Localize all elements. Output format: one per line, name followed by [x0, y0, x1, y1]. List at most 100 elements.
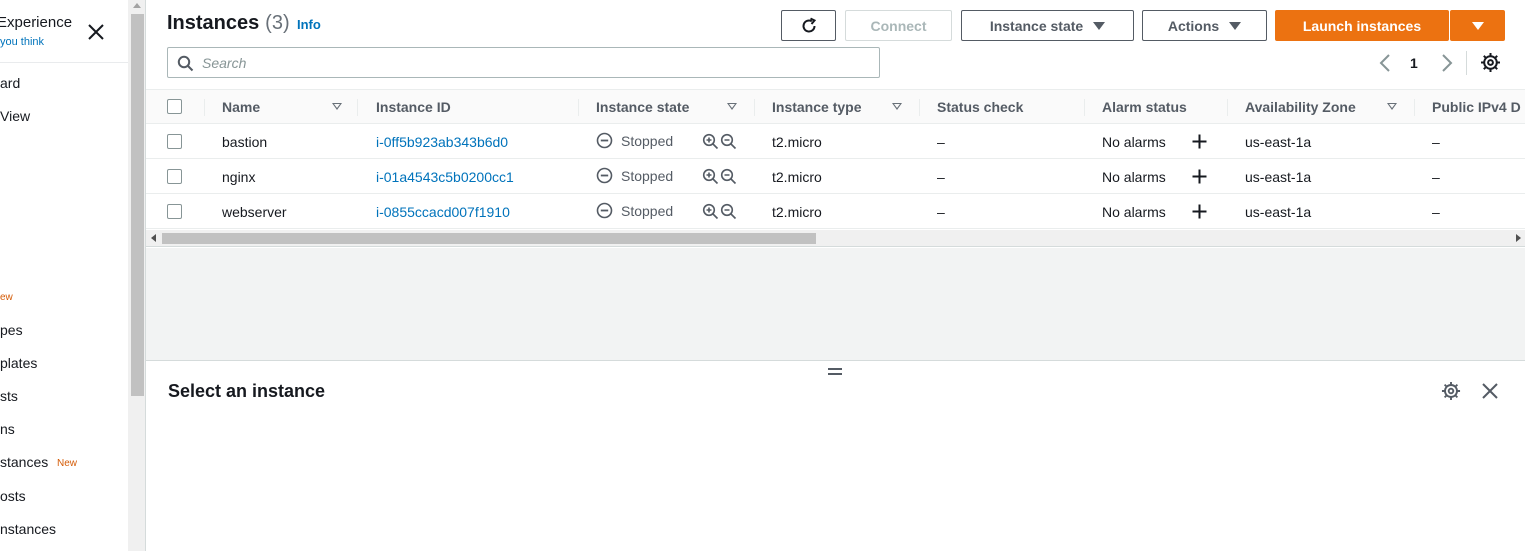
state-zoom-controls [702, 168, 737, 185]
scroll-up-arrow-icon[interactable] [133, 3, 141, 8]
sidebar-item-dashboard[interactable]: ard [0, 75, 20, 91]
column-header-alarm-status[interactable]: Alarm status [1102, 99, 1187, 115]
alarm-status: No alarms [1102, 204, 1166, 220]
gear-icon[interactable] [1480, 52, 1501, 73]
status-check: – [937, 169, 945, 185]
sort-caret-icon[interactable] [727, 103, 737, 110]
sidebar-item-reserved-instances[interactable]: stances [0, 454, 48, 470]
column-header-name[interactable]: Name [222, 99, 260, 115]
close-icon[interactable] [86, 22, 106, 42]
scroll-right-arrow-icon[interactable] [1516, 234, 1521, 242]
search-box[interactable] [167, 47, 880, 78]
stopped-state-icon [596, 167, 613, 184]
instance-type: t2.micro [772, 169, 822, 185]
resize-handle-icon[interactable] [828, 367, 842, 377]
connect-button[interactable]: Connect [845, 10, 952, 41]
page-title: Instances [167, 12, 260, 34]
instances-table: Name Instance ID Instance state Instance… [146, 89, 1525, 249]
close-icon[interactable] [1481, 382, 1499, 400]
instance-state: Stopped [596, 202, 673, 219]
sidebar-item-instance-types[interactable]: pes [0, 322, 23, 338]
instance-id-link[interactable]: i-0ff5b923ab343b6d0 [376, 134, 508, 150]
table-empty-area [146, 248, 1525, 360]
column-header-instance-state[interactable]: Instance state [596, 99, 689, 115]
sort-caret-icon[interactable] [332, 103, 342, 110]
alarm-status: No alarms [1102, 169, 1166, 185]
new-experience-label: Experience [0, 14, 73, 31]
column-header-status-check[interactable]: Status check [937, 99, 1023, 115]
actions-dropdown[interactable]: Actions [1142, 10, 1267, 41]
sidebar-item-dedicated-hosts[interactable]: osts [0, 488, 26, 504]
split-panel: Select an instance [146, 360, 1525, 551]
sidebar-scrollbar-thumb[interactable] [131, 14, 144, 396]
zoom-out-icon[interactable] [720, 133, 737, 150]
sidebar-item-launch-templates[interactable]: plates [0, 355, 37, 371]
gear-icon[interactable] [1441, 381, 1461, 401]
instance-name: webserver [222, 204, 287, 220]
public-ipv4: – [1432, 204, 1440, 220]
select-all-checkbox[interactable] [167, 99, 182, 114]
chevron-left-icon[interactable] [1378, 53, 1392, 73]
launch-instances-label: Launch instances [1302, 17, 1422, 34]
state-zoom-controls [702, 133, 737, 150]
state-zoom-controls [702, 203, 737, 220]
search-input[interactable] [202, 52, 862, 74]
column-header-instance-type[interactable]: Instance type [772, 99, 861, 115]
zoom-in-icon[interactable] [702, 203, 719, 220]
zoom-out-icon[interactable] [720, 168, 737, 185]
new-badge: New [57, 458, 78, 469]
sidebar-item-savings-plans[interactable]: ns [0, 421, 15, 437]
sidebar-item-global-view[interactable]: View [0, 108, 30, 124]
sort-caret-icon[interactable] [892, 103, 902, 110]
horizontal-scrollbar-thumb[interactable] [162, 233, 816, 244]
instance-state-dropdown[interactable]: Instance state [961, 10, 1134, 41]
side-navigation: Experience you think ard View ew pes pla… [0, 0, 146, 551]
info-link[interactable]: Info [297, 17, 321, 32]
plus-icon[interactable] [1191, 133, 1208, 150]
sidebar-item-spot-requests[interactable]: sts [0, 388, 18, 404]
scroll-left-arrow-icon[interactable] [151, 234, 156, 242]
zoom-in-icon[interactable] [702, 133, 719, 150]
instance-id-link[interactable]: i-0855ccacd007f1910 [376, 204, 510, 220]
sidebar-item-scheduled-instances[interactable]: nstances [0, 521, 56, 537]
launch-instances-dropdown[interactable] [1450, 10, 1505, 41]
column-divider [357, 99, 358, 116]
feedback-link[interactable]: you think [0, 36, 44, 48]
table-row[interactable]: bastion i-0ff5b923ab343b6d0 Stopped t2.m… [146, 124, 1525, 159]
caret-down-icon [1471, 21, 1484, 30]
connect-button-label: Connect [870, 17, 927, 34]
column-header-instance-id[interactable]: Instance ID [376, 99, 451, 115]
launch-instances-button[interactable]: Launch instances [1275, 10, 1449, 41]
column-header-availability-zone[interactable]: Availability Zone [1245, 99, 1356, 115]
stopped-state-icon [596, 202, 613, 219]
zoom-out-icon[interactable] [720, 203, 737, 220]
refresh-button[interactable] [781, 10, 836, 41]
instance-state-text: Stopped [621, 167, 674, 184]
chevron-right-icon[interactable] [1440, 53, 1454, 73]
column-divider [754, 99, 755, 116]
row-checkbox[interactable] [167, 204, 182, 219]
row-checkbox[interactable] [167, 134, 182, 149]
search-icon [177, 55, 194, 72]
instance-state-label: Instance state [989, 17, 1084, 34]
plus-icon[interactable] [1191, 203, 1208, 220]
table-row[interactable]: nginx i-01a4543c5b0200cc1 Stopped t2.mic… [146, 159, 1525, 194]
availability-zone: us-east-1a [1245, 134, 1312, 150]
instance-name: bastion [222, 134, 268, 150]
sort-caret-icon[interactable] [1387, 103, 1397, 110]
instance-count: (3) [265, 12, 290, 34]
table-row[interactable]: webserver i-0855ccacd007f1910 Stopped t2… [146, 194, 1525, 229]
table-horizontal-scrollbar[interactable] [146, 230, 1525, 247]
column-divider [919, 99, 920, 116]
public-ipv4: – [1432, 169, 1440, 185]
page-number[interactable]: 1 [1410, 55, 1418, 71]
table-header: Name Instance ID Instance state Instance… [146, 89, 1525, 124]
plus-icon[interactable] [1191, 168, 1208, 185]
stopped-state-icon [596, 132, 613, 149]
zoom-in-icon[interactable] [702, 168, 719, 185]
instance-id-link[interactable]: i-01a4543c5b0200cc1 [376, 169, 514, 185]
pagination-divider [1466, 51, 1467, 75]
column-header-public-ipv4[interactable]: Public IPv4 D [1432, 99, 1521, 115]
column-divider [1414, 99, 1415, 116]
row-checkbox[interactable] [167, 169, 182, 184]
